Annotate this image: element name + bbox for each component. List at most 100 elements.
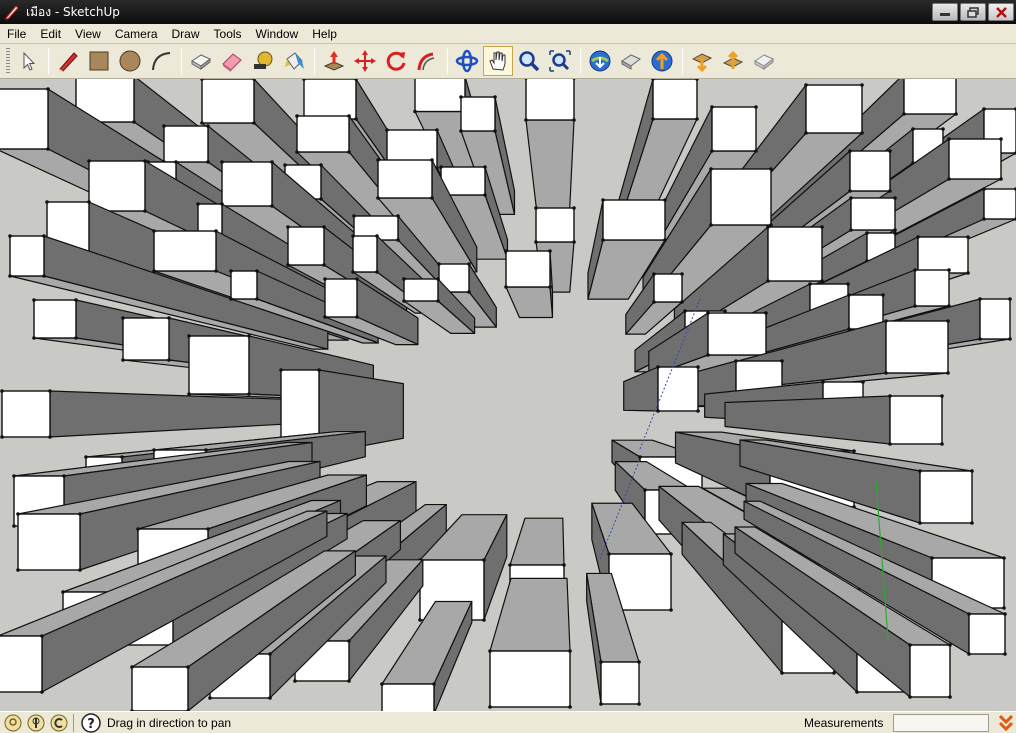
vertex-dot: [884, 371, 888, 375]
rectangle-tool-button[interactable]: [84, 46, 114, 76]
vertex-dot: [948, 643, 952, 647]
vertex-dot: [204, 448, 208, 452]
orbit-tool-button[interactable]: [452, 46, 482, 76]
paint-bucket-button[interactable]: [279, 46, 309, 76]
menu-file[interactable]: File: [0, 24, 33, 44]
menu-camera[interactable]: Camera: [108, 24, 165, 44]
vertex-dot: [483, 193, 487, 197]
vertex-dot: [152, 229, 156, 233]
eraser-tool-button[interactable]: [217, 46, 247, 76]
close-button[interactable]: [988, 3, 1014, 21]
menu-draw[interactable]: Draw: [165, 24, 207, 44]
extension-button[interactable]: [749, 46, 779, 76]
eraser-icon: [222, 53, 242, 72]
building-roof: [711, 106, 757, 152]
vertex-dot: [467, 290, 471, 294]
vertex-dot: [347, 114, 351, 118]
rotate-tool-button[interactable]: [381, 46, 411, 76]
make-component-button[interactable]: [186, 46, 216, 76]
vertex-dot: [780, 359, 784, 363]
vertex-dot: [432, 682, 436, 686]
vertex-dot: [607, 552, 611, 556]
line-tool-button[interactable]: [53, 46, 83, 76]
vertex-dot: [888, 149, 892, 153]
expand-panel-button[interactable]: [996, 712, 1016, 733]
vertex-dot: [351, 270, 355, 274]
vertex-dot: [62, 474, 66, 478]
double-chevron-down-icon: [999, 714, 1013, 732]
vertex-dot: [42, 274, 46, 278]
vertex-dot: [167, 358, 171, 362]
arc-tool-button[interactable]: [146, 46, 176, 76]
menu-help[interactable]: Help: [305, 24, 344, 44]
vertex-dot: [323, 315, 327, 319]
user-icon[interactable]: [49, 713, 69, 733]
vertex-dot: [766, 225, 770, 229]
credits-icon[interactable]: [26, 713, 46, 733]
vertex-dot: [162, 124, 166, 128]
select-tool-button[interactable]: [13, 46, 43, 76]
building-roof: [163, 125, 209, 163]
geo-location-icon[interactable]: [3, 713, 23, 733]
vertex-dot: [706, 311, 710, 315]
building-roof: [885, 320, 949, 374]
vertex-dot: [1008, 337, 1012, 341]
share-model-button[interactable]: [616, 46, 646, 76]
menu-view[interactable]: View: [68, 24, 108, 44]
building-roof: [324, 278, 358, 318]
vertex-dot: [220, 160, 224, 164]
zoom-extents-button[interactable]: [545, 46, 575, 76]
menu-edit[interactable]: Edit: [33, 24, 68, 44]
vertex-dot: [601, 198, 605, 202]
tape-measure-button[interactable]: [248, 46, 278, 76]
vertex-dot: [652, 300, 656, 304]
pan-tool-button[interactable]: [483, 46, 513, 76]
vertex-dot: [754, 105, 758, 109]
circle-tool-button[interactable]: [115, 46, 145, 76]
get-components-button[interactable]: [687, 46, 717, 76]
toolbar-separator: [314, 48, 315, 74]
follow-me-button[interactable]: [412, 46, 442, 76]
menu-tools[interactable]: Tools: [207, 24, 249, 44]
building-roof: [653, 273, 683, 303]
measurements-input[interactable]: [893, 714, 989, 732]
vertex-dot: [208, 696, 212, 700]
building-roof: [602, 199, 666, 241]
push-pull-button[interactable]: [319, 46, 349, 76]
share-component-button[interactable]: [718, 46, 748, 76]
vertex-dot: [255, 297, 259, 301]
vertex-dot: [48, 389, 52, 393]
building-roof: [0, 635, 43, 693]
building-roof: [403, 278, 439, 302]
get-models-button[interactable]: [585, 46, 615, 76]
vertex-dot: [467, 262, 471, 266]
building-roof: [710, 168, 772, 226]
upload-button[interactable]: [647, 46, 677, 76]
restore-button[interactable]: [960, 3, 986, 21]
status-bar: ? Drag in direction to pan Measurements: [0, 711, 1016, 733]
vertex-dot: [888, 442, 892, 446]
building-roof: [9, 235, 45, 277]
model-viewport[interactable]: [0, 79, 1016, 711]
minimize-button[interactable]: [932, 3, 958, 21]
zoom-extents-icon: [549, 50, 571, 72]
vertex-dot: [143, 209, 147, 213]
menu-window[interactable]: Window: [249, 24, 306, 44]
building-roof: [767, 226, 823, 282]
zoom-tool-button[interactable]: [514, 46, 544, 76]
vertex-dot: [493, 95, 497, 99]
vertex-dot: [413, 109, 417, 114]
move-tool-button[interactable]: [350, 46, 380, 76]
building-roof: [903, 79, 957, 115]
rotate-icon: [386, 51, 406, 71]
vertex-dot: [680, 300, 684, 304]
vertex-dot: [220, 202, 224, 206]
vertex-dot: [270, 204, 274, 208]
vertex-dot: [48, 435, 52, 439]
toolbar-grip[interactable]: [6, 47, 10, 75]
building-roof: [377, 159, 433, 199]
help-icon[interactable]: ?: [81, 712, 101, 733]
city-model-scene[interactable]: [0, 79, 1016, 711]
vertex-dot: [482, 558, 486, 562]
vertex-dot: [385, 128, 389, 132]
